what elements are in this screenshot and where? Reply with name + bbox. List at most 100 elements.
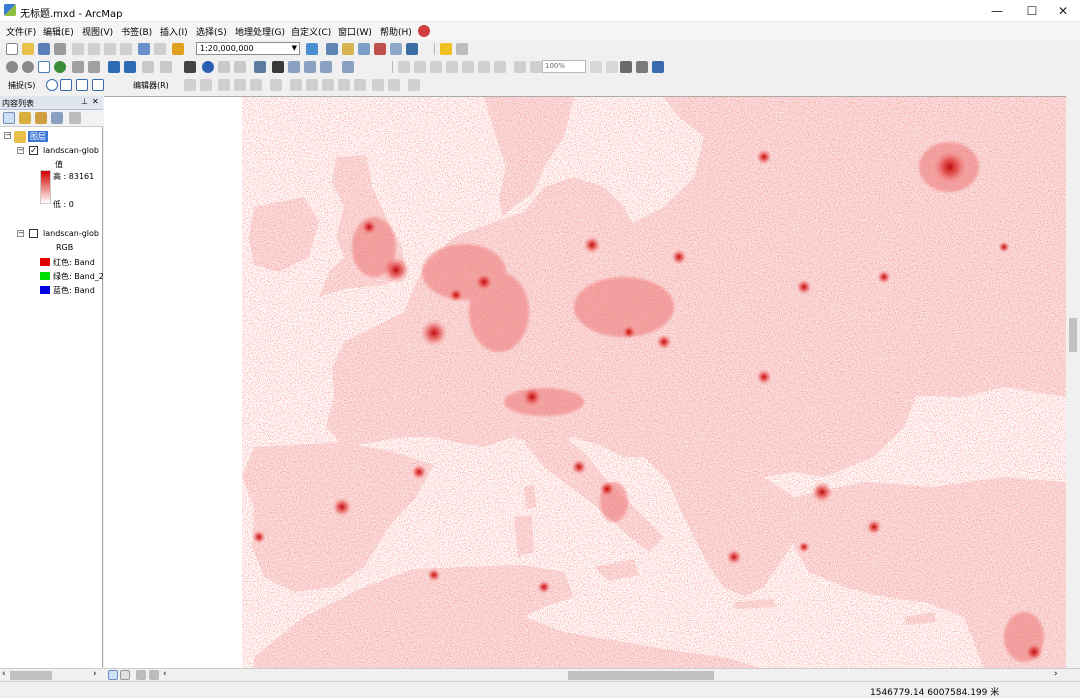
toc-scroll-right-icon[interactable]: › [93, 669, 97, 679]
straight-segment-icon[interactable] [218, 79, 230, 91]
fixed-zoom-layout-icon[interactable] [478, 61, 490, 73]
zoom-out-icon[interactable] [22, 61, 34, 73]
toc-scroll-left-icon[interactable]: ‹ [2, 669, 6, 679]
edit-annotation-icon[interactable] [200, 79, 212, 91]
layout-view-icon[interactable] [120, 670, 130, 680]
zoom-100-icon[interactable] [462, 61, 474, 73]
previous-extent-layout-icon[interactable] [514, 61, 526, 73]
zoom-percent-combobox[interactable]: 100% [542, 60, 586, 73]
vertex-snapping-icon[interactable] [76, 79, 88, 91]
copy-icon[interactable] [88, 43, 100, 55]
pan-icon[interactable] [38, 61, 50, 73]
toggle-draft-mode-icon[interactable] [590, 61, 602, 73]
rotate-icon[interactable] [354, 79, 366, 91]
layout-zoom-out-icon[interactable] [414, 61, 426, 73]
attributes-icon[interactable] [372, 79, 384, 91]
minimize-button[interactable]: — [980, 0, 1014, 22]
html-popup-icon[interactable] [234, 61, 246, 73]
toc-horizontal-scrollbar[interactable]: ‹ › [0, 668, 103, 681]
point-snapping-icon[interactable] [46, 79, 58, 91]
warning-icon[interactable] [440, 43, 452, 55]
menu-customize[interactable]: 自定义(C) [291, 25, 331, 38]
edge-snapping-icon[interactable] [92, 79, 104, 91]
reshape-icon[interactable] [306, 79, 318, 91]
python-window-icon[interactable] [390, 43, 402, 55]
edit-tool-icon[interactable] [184, 79, 196, 91]
list-by-source-icon[interactable] [19, 112, 31, 124]
menu-view[interactable]: 视图(V) [82, 25, 113, 38]
fixed-zoom-out-layout-icon[interactable] [494, 61, 506, 73]
list-by-selection-icon[interactable] [51, 112, 63, 124]
table-of-contents-icon[interactable] [326, 43, 338, 55]
cut-polygons-icon[interactable] [322, 79, 334, 91]
next-extent-layout-icon[interactable] [530, 61, 542, 73]
pin-icon[interactable]: ⊥ [81, 97, 88, 106]
close-window-button[interactable]: ✕ [1046, 0, 1080, 22]
edit-vertices-icon[interactable] [290, 79, 302, 91]
toc-options-icon[interactable] [69, 112, 81, 124]
draw-tool-icon[interactable] [652, 61, 664, 73]
end-snapping-icon[interactable] [60, 79, 72, 91]
focus-data-frame-icon[interactable] [606, 61, 618, 73]
horizontal-scroll-thumb[interactable] [568, 671, 714, 680]
layer2-visibility-checkbox[interactable] [29, 229, 38, 238]
find-icon[interactable] [272, 61, 284, 73]
scroll-right-icon[interactable]: › [1054, 669, 1058, 679]
arctoolbox-icon[interactable] [374, 43, 386, 55]
list-by-visibility-icon[interactable] [35, 112, 47, 124]
menu-help[interactable]: 帮助(H) [380, 25, 412, 38]
maximize-button[interactable]: ☐ [1015, 0, 1049, 22]
close-icon[interactable]: ✕ [92, 97, 99, 106]
map-vertical-scrollbar[interactable] [1066, 96, 1080, 668]
editor-menu[interactable]: 编辑器(R) [133, 80, 169, 91]
clear-selection-icon[interactable] [160, 61, 172, 73]
identify-icon[interactable] [202, 61, 214, 73]
full-extent-icon[interactable] [54, 61, 66, 73]
vertical-scroll-thumb[interactable] [1069, 318, 1077, 352]
menu-edit[interactable]: 编辑(E) [43, 25, 74, 38]
time-slider-icon[interactable] [320, 61, 332, 73]
add-data-icon[interactable] [172, 43, 184, 55]
layout-pan-icon[interactable] [430, 61, 442, 73]
editor-toolbar-icon[interactable] [306, 43, 318, 55]
layout-zoom-in-icon[interactable] [398, 61, 410, 73]
split-icon[interactable] [338, 79, 350, 91]
select-features-icon[interactable] [142, 61, 154, 73]
menu-geoprocessing[interactable]: 地理处理(G) [235, 25, 285, 38]
open-folder-icon[interactable] [22, 43, 34, 55]
go-to-xy-icon[interactable] [304, 61, 316, 73]
catalog-window-icon[interactable] [342, 43, 354, 55]
undo-icon[interactable] [138, 43, 150, 55]
change-layout-icon[interactable] [620, 61, 632, 73]
collapse-layer1-icon[interactable]: − [17, 147, 24, 154]
trace-icon[interactable] [250, 79, 262, 91]
data-driven-pages-icon[interactable] [636, 61, 648, 73]
menu-selection[interactable]: 选择(S) [196, 25, 227, 38]
data-view-icon[interactable] [108, 670, 118, 680]
create-features-icon[interactable] [408, 79, 420, 91]
forward-extent-icon[interactable] [124, 61, 136, 73]
select-elements-icon[interactable] [184, 61, 196, 73]
collapse-layer2-icon[interactable]: − [17, 230, 24, 237]
dataframe-label[interactable]: 图层 [28, 131, 48, 142]
scroll-left-icon[interactable]: ‹ [163, 669, 167, 679]
print-icon[interactable] [54, 43, 66, 55]
sketch-properties-icon[interactable] [388, 79, 400, 91]
layout-icon[interactable] [456, 43, 468, 55]
layer1-name[interactable]: landscan-glob [43, 146, 99, 155]
zoom-whole-page-icon[interactable] [446, 61, 458, 73]
endpoint-arc-icon[interactable] [234, 79, 246, 91]
arcgis-online-icon[interactable] [418, 25, 430, 37]
search-window-icon[interactable] [358, 43, 370, 55]
refresh-view-icon[interactable] [136, 670, 146, 680]
delete-icon[interactable] [120, 43, 132, 55]
list-by-drawing-order-icon[interactable] [3, 112, 15, 124]
hyperlink-icon[interactable] [218, 61, 230, 73]
chevron-down-icon[interactable]: ▼ [292, 43, 297, 54]
toc-scroll-thumb[interactable] [10, 671, 52, 680]
zoom-in-icon[interactable] [6, 61, 18, 73]
map-display[interactable] [104, 96, 1066, 668]
snapping-menu[interactable]: 捕捉(S) [8, 80, 35, 91]
fixed-zoom-out-icon[interactable] [88, 61, 100, 73]
measure-icon[interactable] [254, 61, 266, 73]
